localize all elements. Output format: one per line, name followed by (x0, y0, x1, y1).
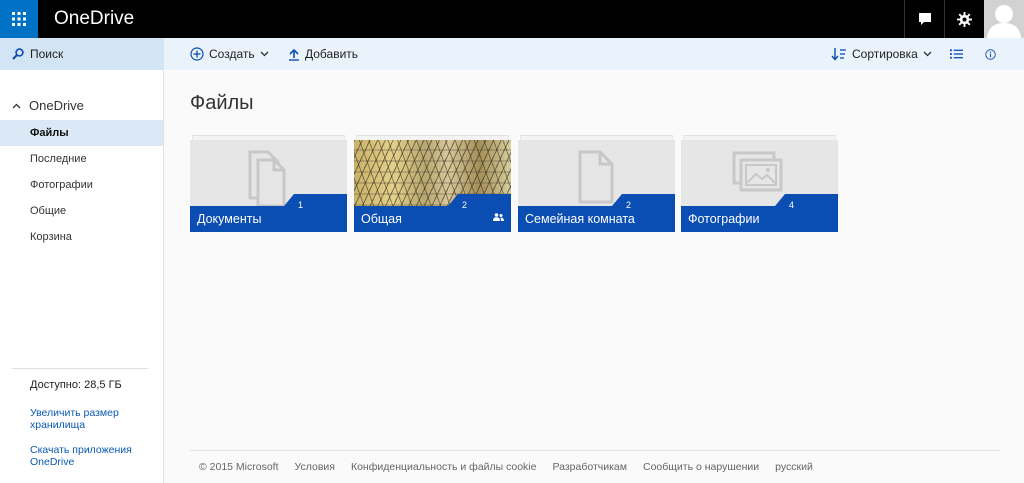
sidebar-item-shared[interactable]: Общие (0, 198, 163, 224)
nav-root-onedrive[interactable]: OneDrive (12, 98, 84, 113)
folder-tile-family-room[interactable]: 2 Семейная комната (518, 135, 675, 232)
user-avatar-icon (984, 0, 1024, 38)
list-view-icon (950, 49, 963, 59)
sort-label: Сортировка (852, 47, 918, 61)
folder-tile-body: 2 Семейная комната (518, 140, 675, 232)
sidebar-item-files[interactable]: Файлы (0, 120, 163, 146)
footer-link-privacy[interactable]: Конфиденциальность и файлы cookie (351, 461, 537, 473)
create-label: Создать (209, 47, 255, 61)
folder-name: Фотографии (688, 212, 760, 226)
footer-link-report-abuse[interactable]: Сообщить о нарушении (643, 461, 759, 473)
search-box[interactable]: Поиск (0, 38, 164, 70)
footer: © 2015 Microsoft Условия Конфиденциально… (199, 461, 829, 473)
folder-tile-body: 2 Общая (354, 140, 511, 232)
page-title: Файлы (190, 92, 254, 114)
nav-root-label: OneDrive (29, 98, 84, 113)
feedback-icon (918, 13, 931, 25)
storage-available: Доступно: 28,5 ГБ (30, 379, 122, 391)
folder-tile-shared[interactable]: 2 Общая (354, 135, 511, 232)
upload-icon (289, 48, 299, 61)
upload-button[interactable]: Добавить (288, 38, 358, 70)
create-button[interactable]: Создать (190, 38, 274, 70)
view-toggle-button[interactable] (950, 38, 968, 70)
sidebar-item-photos[interactable]: Фотографии (0, 172, 163, 198)
left-navigation: OneDrive Файлы Последние Фотографии Общи… (0, 70, 164, 483)
folder-name: Общая (361, 212, 402, 226)
footer-divider (190, 450, 1000, 451)
chevron-down-icon (923, 51, 932, 57)
folder-tile-body: 4 Фотографии (681, 140, 838, 232)
user-avatar[interactable] (984, 0, 1024, 38)
get-apps-link[interactable]: Скачать приложения OneDrive (30, 444, 150, 468)
folder-name: Документы (197, 212, 262, 226)
footer-copyright: © 2015 Microsoft (199, 461, 279, 473)
feedback-button[interactable] (904, 0, 944, 38)
search-label: Поиск (30, 47, 64, 61)
sort-icon (831, 48, 846, 61)
footer-link-language[interactable]: русский (775, 461, 813, 473)
folder-item-count: 2 (626, 200, 632, 210)
upload-label: Добавить (305, 47, 359, 61)
app-launcher-button[interactable] (0, 0, 38, 38)
folder-tile-pictures[interactable]: 4 Фотографии (681, 135, 838, 232)
folder-tile-documents[interactable]: 1 Документы (190, 135, 347, 232)
gear-icon (957, 11, 972, 27)
folder-tile-body: 1 Документы (190, 140, 347, 232)
add-circle-icon (190, 47, 204, 61)
footer-link-terms[interactable]: Условия (295, 461, 335, 473)
app-launcher-icon (12, 12, 26, 26)
command-bar: Поиск Создать Добавить Сортировка (0, 38, 1024, 70)
sidebar-item-recent[interactable]: Последние (0, 146, 163, 172)
sort-button[interactable]: Сортировка (831, 38, 937, 70)
app-title[interactable]: OneDrive (54, 8, 134, 30)
footer-link-developers[interactable]: Разработчикам (552, 461, 627, 473)
folder-name: Семейная комната (525, 212, 635, 226)
chevron-down-icon (260, 51, 269, 57)
settings-button[interactable] (944, 0, 984, 38)
upgrade-storage-link[interactable]: Увеличить размер хранилища (30, 407, 150, 431)
search-icon (12, 48, 24, 60)
sidebar-item-recycle-bin[interactable]: Корзина (0, 224, 163, 250)
sidebar-divider (12, 368, 148, 369)
chevron-up-icon (12, 103, 21, 108)
folder-item-count: 2 (462, 200, 468, 210)
shared-people-icon (493, 213, 504, 221)
folder-item-count: 1 (298, 200, 304, 210)
top-bar: OneDrive (0, 0, 1024, 38)
info-icon (985, 48, 996, 60)
folder-item-count: 4 (789, 200, 795, 210)
details-pane-button[interactable] (985, 38, 1001, 70)
